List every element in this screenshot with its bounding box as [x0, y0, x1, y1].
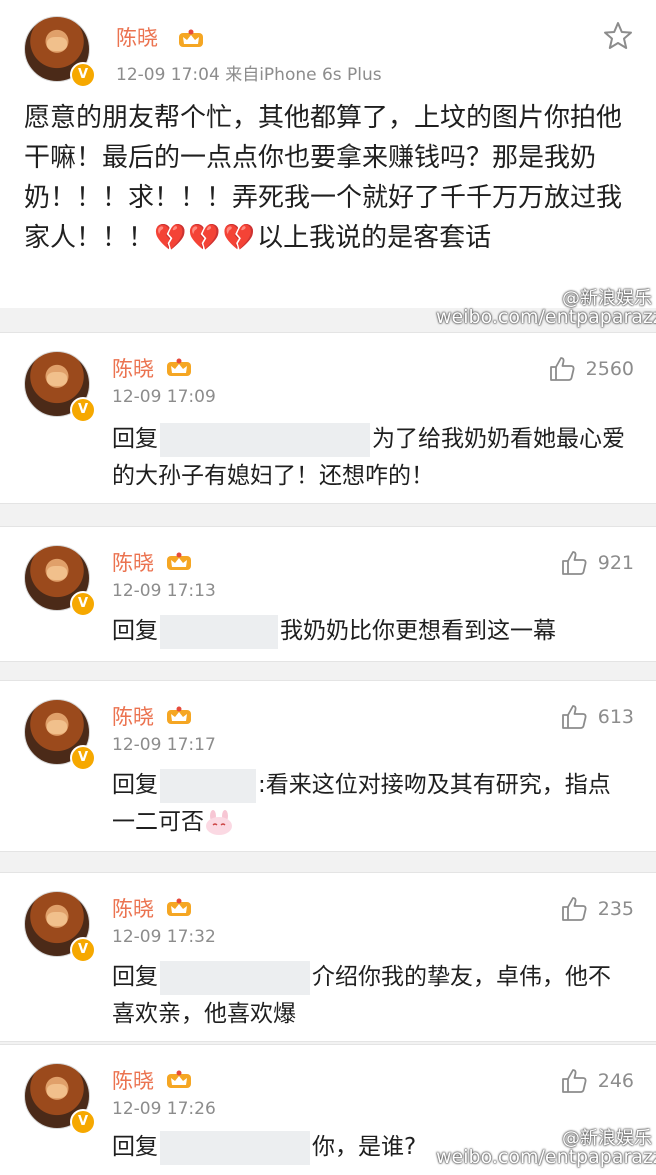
post-body: 愿意的朋友帮个忙，其他都算了，上坟的图片你拍他干嘛！最后的一点点你也要拿来赚钱吗… [24, 98, 634, 258]
comment-author-name[interactable]: 陈晓 [112, 547, 154, 577]
comment-author-name[interactable]: 陈晓 [112, 893, 154, 923]
member-crown-icon [167, 358, 191, 376]
comment-author-name[interactable]: 陈晓 [112, 1065, 154, 1095]
thumbs-up-icon[interactable] [560, 895, 588, 923]
comment-author-name[interactable]: 陈晓 [112, 701, 154, 731]
reply-prefix: 回复 [112, 1134, 158, 1160]
like-count: 246 [597, 1070, 634, 1092]
redacted-username [160, 1130, 310, 1165]
member-crown-icon [167, 552, 191, 570]
verified-badge-icon: V [70, 397, 96, 423]
star-outline-icon[interactable] [602, 20, 634, 52]
comment-author-name[interactable]: 陈晓 [112, 353, 154, 383]
comment-time: 12-09 17:32 [112, 927, 216, 947]
like-control[interactable]: 921 [560, 549, 634, 577]
reply-prefix: 回复 [112, 964, 158, 990]
comment-text: 回复:看来这位对接吻及其有研究，指点一二可否 [112, 767, 632, 841]
comment-item: V 陈晓 12-09 17:32 235 回复 介绍你我的挚友，卓伟，他不喜欢亲，… [0, 872, 656, 1042]
post-time-source: 12-09 17:04 来自iPhone 6s Plus [116, 65, 382, 85]
verified-badge-icon: V [70, 1109, 96, 1135]
comment-time: 12-09 17:09 [112, 387, 216, 407]
redacted-username [160, 614, 278, 649]
member-crown-icon [167, 706, 191, 724]
comment-time: 12-09 17:13 [112, 581, 216, 601]
reply-body: 你，是谁? [312, 1134, 417, 1160]
broken-heart-emojis: 💔💔💔 [154, 223, 258, 253]
reply-prefix: 回复 [112, 772, 158, 798]
comment-text: 回复 我奶奶比你更想看到这一幕 [112, 613, 632, 650]
member-crown-icon [167, 1070, 191, 1088]
comment-text: 回复 为了给我奶奶看她最心爱的大孙子有媳妇了！还想咋的！ [112, 421, 632, 495]
like-control[interactable]: 246 [560, 1067, 634, 1095]
verified-badge-icon: V [70, 937, 96, 963]
reply-prefix: 回复 [112, 426, 158, 452]
post-body-tail: 以上我说的是客套话 [257, 223, 492, 253]
comment-item: V 陈晓 12-09 17:09 2560 回复 为了给我奶奶看她最心爱的大孙子有… [0, 332, 656, 504]
member-crown-icon [179, 29, 203, 47]
comment-time: 12-09 17:17 [112, 735, 216, 755]
thumbs-up-icon[interactable] [560, 703, 588, 731]
bunny-emoji-icon [206, 809, 232, 835]
original-post: V 陈晓 12-09 17:04 来自iPhone 6s Plus 愿意的朋友帮… [0, 0, 656, 308]
verified-badge-icon: V [70, 62, 96, 88]
comment-time: 12-09 17:26 [112, 1099, 216, 1119]
verified-badge-icon: V [70, 745, 96, 771]
comment-item: V 陈晓 12-09 17:17 613 回复:看来这位对接吻及其有研究，指点一… [0, 680, 656, 852]
like-control[interactable]: 2560 [548, 355, 634, 383]
redacted-username [160, 768, 256, 803]
like-control[interactable]: 613 [560, 703, 634, 731]
redacted-username [160, 960, 310, 995]
like-count: 613 [597, 706, 634, 728]
comment-item: V 陈晓 12-09 17:13 921 回复 我奶奶比你更想看到这一幕 [0, 526, 656, 662]
like-control[interactable]: 235 [560, 895, 634, 923]
comment-text: 回复 介绍你我的挚友，卓伟，他不喜欢亲，他喜欢爆 [112, 959, 632, 1033]
reply-body: 我奶奶比你更想看到这一幕 [280, 618, 556, 644]
watermark-url: weibo.com/entpaparazzi [436, 1146, 656, 1168]
watermark-url: weibo.com/entpaparazzi [436, 306, 656, 328]
thumbs-up-icon[interactable] [560, 1067, 588, 1095]
thumbs-up-icon[interactable] [548, 355, 576, 383]
verified-badge-icon: V [70, 591, 96, 617]
post-author-name[interactable]: 陈晓 [116, 22, 158, 52]
like-count: 921 [597, 552, 634, 574]
thumbs-up-icon[interactable] [560, 549, 588, 577]
reply-prefix: 回复 [112, 618, 158, 644]
member-crown-icon [167, 898, 191, 916]
like-count: 2560 [585, 358, 634, 380]
redacted-username [160, 422, 370, 457]
like-count: 235 [597, 898, 634, 920]
